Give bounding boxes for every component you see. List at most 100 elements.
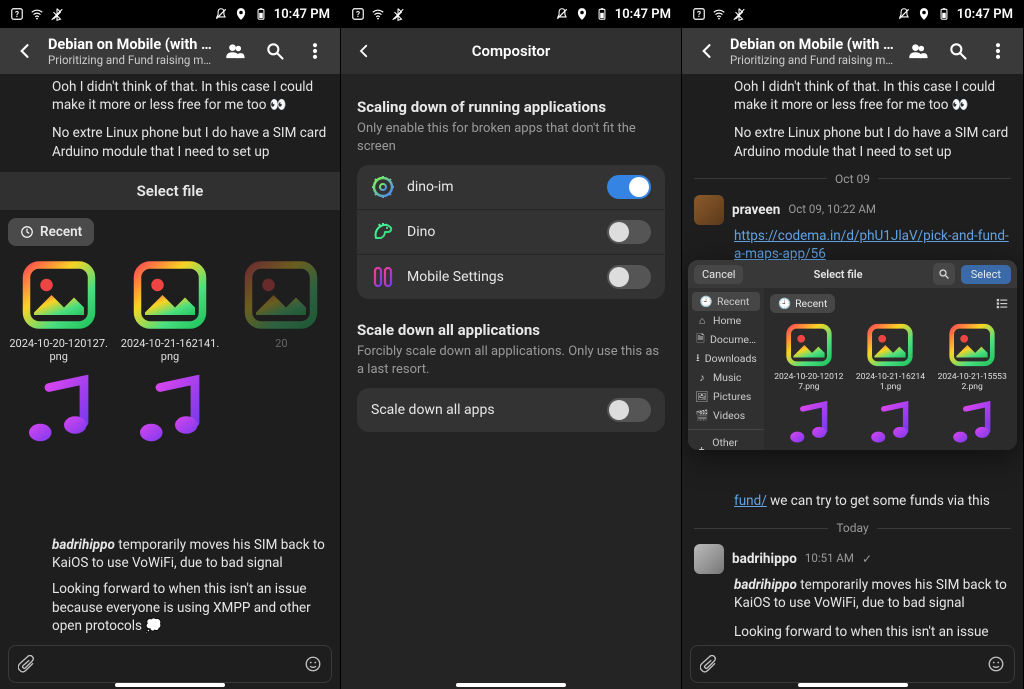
- pane-right: ? 10:47 PM Debian on Mobile (with P… Pri…: [682, 0, 1024, 689]
- audio-file-icon: [783, 397, 835, 449]
- battery-icon: [254, 7, 268, 21]
- image-file-icon: [783, 319, 835, 371]
- image-file-icon: [240, 254, 322, 336]
- menu-button[interactable]: [981, 34, 1015, 68]
- emoji-button[interactable]: [295, 646, 331, 682]
- recent-chip[interactable]: 🕘Recent: [770, 294, 835, 313]
- search-button[interactable]: [258, 34, 292, 68]
- gear-icon: [371, 175, 395, 199]
- chat-input-bar: [690, 645, 1015, 683]
- menu-button[interactable]: [298, 34, 332, 68]
- status-bar: ? 10:47 PM: [0, 0, 340, 28]
- sidebar-item-pictures[interactable]: 🖼Pictures: [688, 387, 764, 406]
- file-item[interactable]: [770, 397, 848, 449]
- picture-icon: 🖼: [696, 391, 708, 403]
- username: badrihippo: [732, 550, 797, 568]
- chat-title: Debian on Mobile (with P…: [48, 36, 212, 53]
- file-item[interactable]: [852, 397, 930, 449]
- help-icon: ?: [10, 7, 24, 21]
- chat-input-bar: [8, 645, 332, 683]
- date-separator: Oct 09: [694, 171, 1011, 187]
- toggle-switch[interactable]: [607, 398, 651, 422]
- attach-button[interactable]: [691, 646, 727, 682]
- home-indicator[interactable]: [798, 683, 908, 687]
- file-item[interactable]: 20: [229, 254, 334, 363]
- download-icon: ⭳: [696, 353, 700, 365]
- section-subtitle: Only enable this for broken apps that do…: [357, 120, 665, 155]
- status-bar: ? 10:47 PM: [341, 0, 681, 28]
- svg-text:?: ?: [15, 9, 19, 19]
- home-indicator[interactable]: [115, 683, 225, 687]
- back-button[interactable]: [8, 34, 42, 68]
- chat-message: Looking forward to when this isn't an is…: [734, 623, 1011, 639]
- picker-header: Cancel Select file Select: [688, 260, 1017, 288]
- chat-link[interactable]: fund/: [734, 493, 767, 509]
- image-file-icon: [946, 319, 998, 371]
- back-button[interactable]: [347, 34, 381, 68]
- home-indicator[interactable]: [456, 683, 566, 687]
- sidebar-item-downloads[interactable]: ⭳Downloads: [688, 349, 764, 368]
- pane-left: ? 10:47 PM Debian on M: [0, 0, 341, 689]
- sidebar-item-music[interactable]: ♪Music: [688, 368, 764, 387]
- file-item[interactable]: 2024-10-20-120127.png: [770, 319, 848, 393]
- members-button[interactable]: [218, 34, 252, 68]
- chat-message: No extre Linux phone but I do have a SIM…: [52, 124, 328, 160]
- app-row-dino[interactable]: Dino: [357, 210, 665, 255]
- audio-file-icon: [864, 397, 916, 449]
- section-title: Scale down all applications: [357, 321, 665, 339]
- sidebar-item-recent[interactable]: 🕘Recent: [692, 292, 760, 311]
- file-picker-modal: Cancel Select file Select 🕘Recent ⌂Home …: [688, 260, 1017, 450]
- audio-file-icon: [129, 369, 211, 451]
- all-apps-row-group: Scale down all apps: [357, 388, 665, 432]
- app-row-mobile-settings[interactable]: Mobile Settings: [357, 255, 665, 299]
- cancel-button[interactable]: Cancel: [694, 265, 743, 284]
- back-button[interactable]: [690, 34, 724, 68]
- wifi-icon: [371, 7, 385, 21]
- file-item[interactable]: [117, 369, 222, 451]
- members-button[interactable]: [901, 34, 935, 68]
- file-item[interactable]: 2024-10-21-155532.png: [933, 319, 1011, 393]
- sidebar-item-videos[interactable]: 🎬Videos: [688, 406, 764, 425]
- status-time: 10:47 PM: [274, 7, 330, 22]
- help-icon: ?: [692, 7, 706, 21]
- dino-app-icon: [371, 220, 395, 244]
- sidebar-item-home[interactable]: ⌂Home: [688, 311, 764, 330]
- picker-main: 🕘Recent 2024-10-20-120127.png 2024-10-21…: [764, 288, 1017, 450]
- section-subtitle: Forcibly scale down all applications. On…: [357, 343, 665, 378]
- music-icon: ♪: [696, 372, 708, 384]
- attach-button[interactable]: [9, 646, 45, 682]
- chat-subtitle: Prioritizing and Fund raising mis…: [48, 53, 212, 67]
- image-file-icon: [18, 254, 100, 336]
- file-item[interactable]: 2024-10-21-162141.png: [117, 254, 222, 363]
- search-button[interactable]: [933, 263, 955, 285]
- file-item[interactable]: [6, 369, 111, 451]
- sidebar-item-other[interactable]: +Other Lo…: [688, 429, 764, 450]
- recent-chip[interactable]: Recent: [8, 218, 94, 246]
- home-icon: ⌂: [696, 315, 708, 327]
- app-row-dino-im[interactable]: dino-im: [357, 165, 665, 210]
- chat-message: No extre Linux phone but I do have a SIM…: [734, 124, 1011, 160]
- toggle-switch[interactable]: [607, 265, 651, 289]
- plus-icon: +: [696, 443, 707, 450]
- app-list: dino-im Dino Mobile Settings: [357, 165, 665, 299]
- audio-file-icon: [18, 369, 100, 451]
- file-item[interactable]: [933, 397, 1011, 449]
- sidebar-item-documents[interactable]: 🗎Docume…: [688, 330, 764, 349]
- username: praveen: [732, 201, 780, 219]
- select-button[interactable]: Select: [961, 265, 1011, 284]
- toggle-switch[interactable]: [607, 220, 651, 244]
- dnd-icon: [897, 7, 911, 21]
- timestamp: Oct 09, 10:22 AM: [788, 202, 876, 218]
- chat-link[interactable]: https://codema.in/d/phU1JlaV/pick-and-fu…: [734, 228, 1009, 262]
- svg-text:?: ?: [356, 9, 360, 19]
- chat-message: Looking forward to when this isn't an is…: [52, 580, 328, 635]
- scale-all-row[interactable]: Scale down all apps: [357, 388, 665, 432]
- emoji-button[interactable]: [978, 646, 1014, 682]
- list-view-button[interactable]: [993, 294, 1011, 312]
- file-item[interactable]: 2024-10-21-162141.png: [852, 319, 930, 393]
- file-item[interactable]: 2024-10-20-120127.png: [6, 254, 111, 363]
- search-button[interactable]: [941, 34, 975, 68]
- toggle-switch[interactable]: [607, 175, 651, 199]
- pane-middle: ? 10:47 PM Compositor Scaling down of ru…: [341, 0, 682, 689]
- section-title: Scaling down of running applications: [357, 98, 665, 116]
